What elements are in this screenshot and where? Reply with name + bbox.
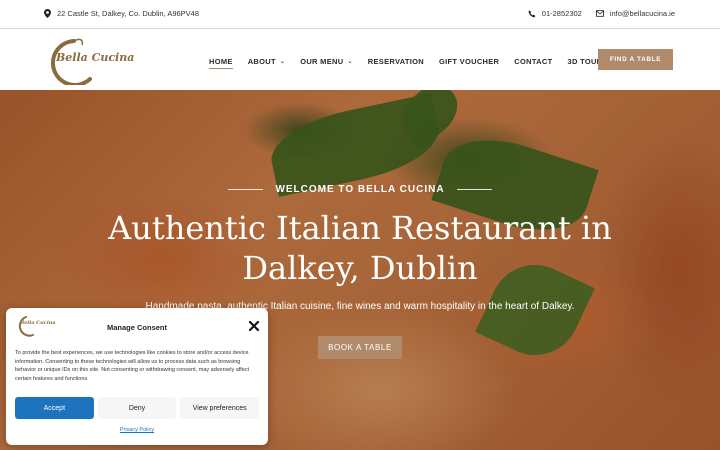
chevron-down-icon: ⌄ [347, 59, 353, 65]
nav-home-label: HOME [209, 57, 233, 66]
main-nav: HOME ABOUT ⌄ OUR MENU ⌄ RESERVATION GIFT V… [209, 54, 617, 69]
close-icon[interactable] [247, 319, 261, 333]
view-preferences-button[interactable]: View preferences [180, 397, 260, 419]
phone-link[interactable]: 01-2852302 [528, 9, 582, 18]
nav-our-menu-label: OUR MENU [300, 57, 344, 66]
divider-line [456, 189, 492, 190]
map-pin-icon [44, 9, 51, 18]
chevron-down-icon: ⌄ [279, 59, 286, 65]
deny-button[interactable]: Deny [97, 397, 177, 419]
divider-line [228, 189, 264, 190]
envelope-icon [595, 10, 604, 17]
nav-contact-label: CONTACT [514, 57, 553, 66]
nav-contact[interactable]: CONTACT [514, 57, 552, 66]
logo-text: Bella Cucina [56, 51, 135, 64]
top-info-bar: 22 Castle St, Dalkey, Co. Dublin, A96PV4… [0, 0, 720, 29]
email-link[interactable]: info@bellacucina.ie [595, 9, 675, 18]
consent-title: Manage Consent [106, 323, 167, 332]
email-text: info@bellacucina.ie [609, 9, 675, 18]
consent-text: To provide the best experiences, we use … [15, 350, 250, 383]
phone-icon [528, 9, 536, 18]
privacy-policy-link[interactable]: Privacy Policy [6, 427, 268, 433]
address-text: 22 Castle St, Dalkey, Co. Dublin, A96PV4… [57, 9, 200, 18]
welcome-text: WELCOME TO BELLA CUCINA [275, 184, 445, 195]
address-block: 22 Castle St, Dalkey, Co. Dublin, A96PV4… [44, 9, 199, 18]
nav-reservation-label: RESERVATION [367, 57, 424, 66]
nav-about[interactable]: ABOUT ⌄ [248, 57, 286, 66]
nav-about-label: ABOUT [247, 57, 276, 66]
consent-dialog: Bella Cucina Manage Consent To provide t… [6, 308, 268, 445]
nav-gift-voucher-label: GIFT VOUCHER [439, 57, 500, 66]
find-a-table-button[interactable]: FIND A TABLE [598, 49, 673, 70]
nav-reservation[interactable]: RESERVATION [368, 57, 424, 66]
phone-text: 01-2852302 [541, 9, 582, 18]
nav-our-menu[interactable]: OUR MENU ⌄ [300, 57, 353, 66]
nav-gift-voucher[interactable]: GIFT VOUCHER [439, 57, 499, 66]
nav-home[interactable]: HOME [209, 57, 233, 69]
book-a-table-button[interactable]: BOOK A TABLE [318, 336, 402, 359]
hero-title: Authentic Italian Restaurant in Dalkey, … [108, 209, 612, 287]
accept-button[interactable]: Accept [15, 397, 94, 419]
